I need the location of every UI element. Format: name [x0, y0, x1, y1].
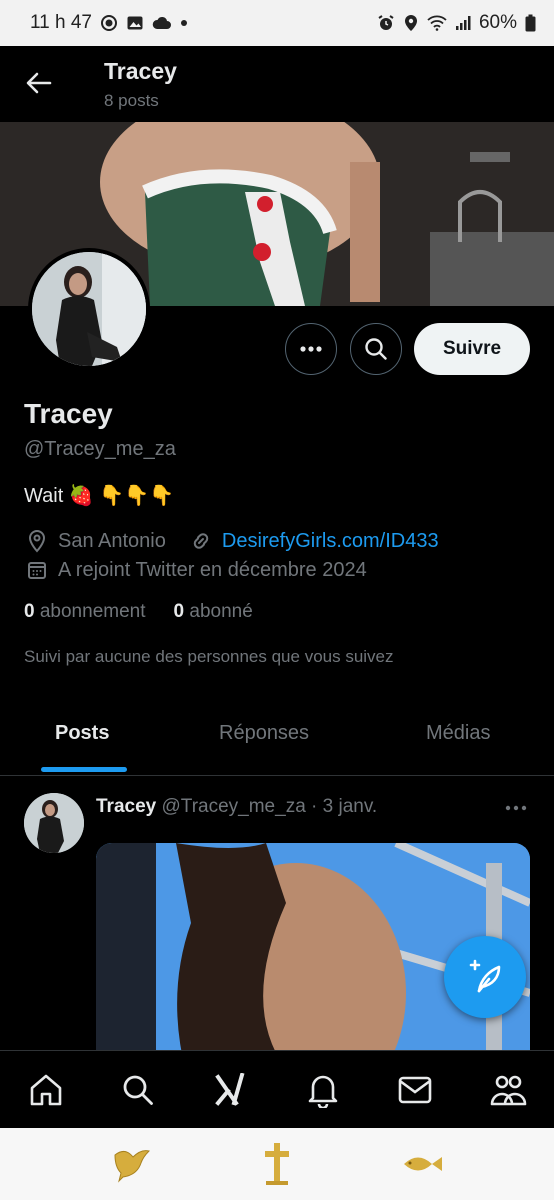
profile-meta-row: San Antonio DesirefyGirls.com/ID433 [24, 528, 439, 554]
avatar-image [32, 252, 146, 366]
record-icon [100, 14, 118, 32]
post-avatar-image [24, 793, 84, 853]
post-more-dots-icon [505, 805, 527, 811]
bottom-navigation [0, 1050, 554, 1128]
grok-icon [214, 1072, 245, 1106]
top-app-bar: Tracey 8 posts [0, 46, 554, 122]
nav-search-button[interactable] [113, 1065, 163, 1115]
messages-envelope-icon [399, 1076, 432, 1103]
post-author-name[interactable]: Tracey [96, 796, 156, 817]
nav-messages-button[interactable] [390, 1065, 440, 1115]
search-icon [365, 338, 387, 360]
post-header: Tracey @Tracey_me_za · 3 janv. [96, 796, 377, 818]
post-author-avatar[interactable] [24, 793, 84, 853]
profile-joined-row: A rejoint Twitter en décembre 2024 [24, 557, 367, 583]
followed-by-text: Suivi par aucune des personnes que vous … [24, 647, 394, 666]
profile-search-button[interactable] [350, 323, 402, 375]
profile-display-name: Tracey [24, 398, 113, 429]
location-icon [403, 14, 419, 32]
profile-location: San Antonio [58, 529, 166, 552]
more-options-button[interactable] [285, 323, 337, 375]
alarm-icon [377, 14, 395, 32]
system-fish-button[interactable] [392, 1139, 452, 1189]
communities-icon [490, 1075, 527, 1105]
cross-icon [264, 1143, 289, 1185]
signal-icon [455, 15, 471, 31]
back-button[interactable] [22, 66, 56, 100]
compose-post-button[interactable] [444, 936, 526, 1018]
explore-search-icon [124, 1075, 154, 1105]
battery-icon [525, 14, 536, 32]
nav-grok-button[interactable] [206, 1065, 256, 1115]
follow-counts: 0 abonnement 0 abonné [24, 601, 253, 623]
system-dove-button[interactable] [102, 1139, 162, 1189]
followers-count[interactable]: 0 abonné [174, 601, 253, 623]
profile-joined-date: A rejoint Twitter en décembre 2024 [58, 558, 367, 581]
location-pin-icon [24, 528, 50, 554]
notifications-bell-icon [308, 1075, 338, 1108]
profile-tabs: Posts Réponses Médias [0, 700, 554, 776]
system-cross-button[interactable] [247, 1139, 307, 1189]
notification-dot-icon [180, 19, 188, 27]
header-title: Tracey [104, 58, 177, 84]
status-bar: 11 h 47 60% [0, 0, 554, 46]
link-icon [188, 528, 214, 554]
home-icon [30, 1074, 62, 1105]
profile-handle: @Tracey_me_za [24, 438, 176, 460]
tab-replies[interactable]: Réponses [219, 722, 309, 745]
tab-posts[interactable]: Posts [55, 722, 109, 745]
dove-icon [114, 1150, 151, 1183]
system-navigation-bar [0, 1128, 554, 1200]
compose-feather-icon [469, 959, 501, 993]
more-dots-icon [300, 346, 322, 352]
calendar-icon [24, 557, 50, 583]
post-more-button[interactable] [500, 796, 532, 820]
tab-media[interactable]: Médias [426, 722, 490, 745]
profile-bio: Wait 🍓 👇👇👇 [24, 485, 174, 507]
cloud-icon [152, 15, 172, 31]
profile-website-link[interactable]: DesirefyGirls.com/ID433 [222, 530, 439, 553]
nav-notifications-button[interactable] [298, 1065, 348, 1115]
battery-percent: 60% [478, 12, 517, 33]
nav-home-button[interactable] [21, 1065, 71, 1115]
active-tab-indicator [41, 767, 127, 772]
nav-communities-button[interactable] [483, 1065, 533, 1115]
following-count[interactable]: 0 abonnement [24, 601, 146, 623]
gallery-icon [126, 14, 144, 32]
status-time: 11 h 47 [30, 12, 92, 33]
profile-avatar[interactable] [28, 248, 150, 370]
wifi-icon [427, 15, 447, 31]
fish-icon [403, 1157, 442, 1171]
follow-button[interactable]: Suivre [414, 323, 530, 375]
post-handle-date: @Tracey_me_za · 3 janv. [161, 796, 378, 817]
header-post-count: 8 posts [104, 91, 159, 110]
back-arrow-icon [26, 72, 52, 94]
